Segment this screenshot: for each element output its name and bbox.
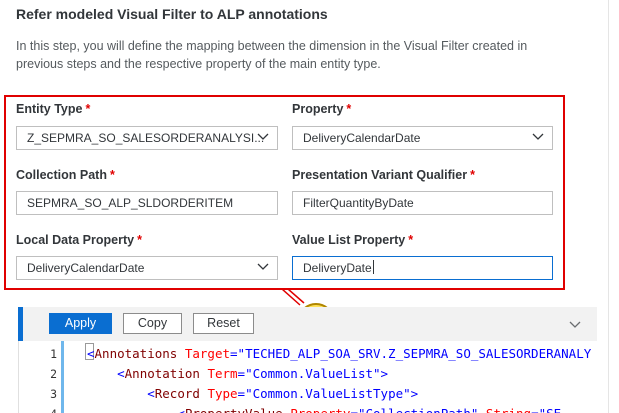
local-data-property-label: Local Data Property *: [16, 233, 142, 247]
code-tag: Record: [154, 386, 200, 401]
required-marker: *: [346, 102, 352, 116]
code-value: "TECHED_ALP_SOA_SRV.Z_SEPMRA_SO_SALESORD…: [237, 346, 592, 361]
code-editor-toolbar: Apply Copy Reset: [18, 307, 597, 341]
code-tag: Annotations: [94, 346, 178, 361]
code-equals: =: [237, 386, 246, 401]
chevron-down-icon[interactable]: [569, 318, 581, 330]
collection-path-value: SEPMRA_SO_ALP_SLDORDERITEM: [27, 196, 234, 210]
code-value: "Common.ValueList": [245, 366, 381, 381]
chevron-down-icon: [257, 263, 269, 270]
line-number: 1: [50, 347, 57, 361]
code-text: <Annotation Term="Common.ValueList">: [87, 364, 388, 384]
local-data-property-value: DeliveryCalendarDate: [27, 261, 145, 275]
chevron-down-icon: [532, 133, 544, 140]
entity-type-select[interactable]: Z_SEPMRA_SO_SALESORDERANALYSI...: [16, 126, 278, 150]
required-marker: *: [137, 233, 142, 247]
pv-qualifier-input[interactable]: FilterQuantityByDate: [292, 191, 553, 215]
apply-button[interactable]: Apply: [49, 313, 112, 334]
code-equals: =: [531, 406, 539, 413]
code-line: 2 <Annotation Term="Common.ValueList">: [19, 364, 598, 384]
code-tag: PropertyValue: [185, 406, 283, 413]
property-value: DeliveryCalendarDate: [303, 131, 421, 145]
code-attribute: String: [486, 406, 531, 413]
property-label: Property *: [292, 102, 352, 116]
step-description: In this step, you will define the mappin…: [16, 39, 528, 71]
code-value: "SE: [539, 406, 562, 413]
line-number: 4: [19, 404, 57, 413]
required-marker: *: [109, 168, 115, 182]
code-bracket: <: [147, 386, 155, 401]
step-title: Refer modeled Visual Filter to ALP annot…: [16, 6, 328, 22]
chevron-down-icon: [257, 133, 269, 140]
required-marker: *: [470, 168, 475, 182]
code-value: "Common.ValueListType": [245, 386, 411, 401]
entity-type-value: Z_SEPMRA_SO_SALESORDERANALYSI...: [27, 131, 265, 145]
code-line: 1 <Annotations Target="TECHED_ALP_SOA_SRV…: [19, 344, 598, 364]
code-text: <Annotations Target="TECHED_ALP_SOA_SRV.…: [87, 344, 591, 364]
entity-type-label: Entity Type *: [16, 102, 91, 116]
code-bracket: >: [410, 386, 419, 401]
code-attribute: Term: [207, 366, 238, 381]
text-cursor: [372, 260, 374, 274]
pv-qualifier-label: Presentation Variant Qualifier *: [292, 168, 475, 182]
pv-qualifier-value: FilterQuantityByDate: [303, 196, 414, 210]
code-line: 3 <Record Type="Common.ValueListType">: [19, 384, 598, 404]
code-text: <PropertyValue Property="CollectionPath"…: [87, 404, 561, 413]
code-equals: =: [237, 366, 246, 381]
local-data-property-select[interactable]: DeliveryCalendarDate: [16, 256, 278, 280]
code-equals: =: [350, 406, 358, 413]
code-bracket: <: [177, 406, 185, 413]
code-tag: Annotation: [124, 366, 200, 381]
code-line: 4 <PropertyValue Property="CollectionPat…: [19, 404, 598, 413]
code-attribute: Target: [184, 346, 231, 361]
code-equals: =: [230, 346, 238, 361]
code-bracket: >: [380, 366, 389, 381]
copy-button[interactable]: Copy: [123, 313, 182, 334]
collection-path-label: Collection Path *: [16, 168, 115, 182]
value-list-property-label: Value List Property *: [292, 233, 414, 247]
code-attribute: Property: [290, 406, 350, 413]
code-bracket: <: [117, 366, 125, 381]
code-value: "CollectionPath": [358, 406, 478, 413]
property-select[interactable]: DeliveryCalendarDate: [292, 126, 553, 150]
reset-button[interactable]: Reset: [193, 313, 254, 334]
value-list-property-value: DeliveryDate: [303, 261, 372, 275]
collection-path-input[interactable]: SEPMRA_SO_ALP_SLDORDERITEM: [16, 191, 278, 215]
required-marker: *: [85, 102, 91, 116]
code-editor[interactable]: 1 <Annotations Target="TECHED_ALP_SOA_SRV…: [18, 341, 598, 413]
code-attribute: Type: [207, 386, 238, 401]
required-marker: *: [408, 233, 414, 247]
panel-divider: [608, 0, 609, 413]
code-bracket: <: [87, 346, 95, 361]
code-text: <Record Type="Common.ValueListType">: [87, 384, 418, 404]
line-number: 2: [50, 367, 57, 381]
line-number: 3: [50, 387, 57, 401]
value-list-property-input[interactable]: DeliveryDate: [292, 256, 553, 280]
